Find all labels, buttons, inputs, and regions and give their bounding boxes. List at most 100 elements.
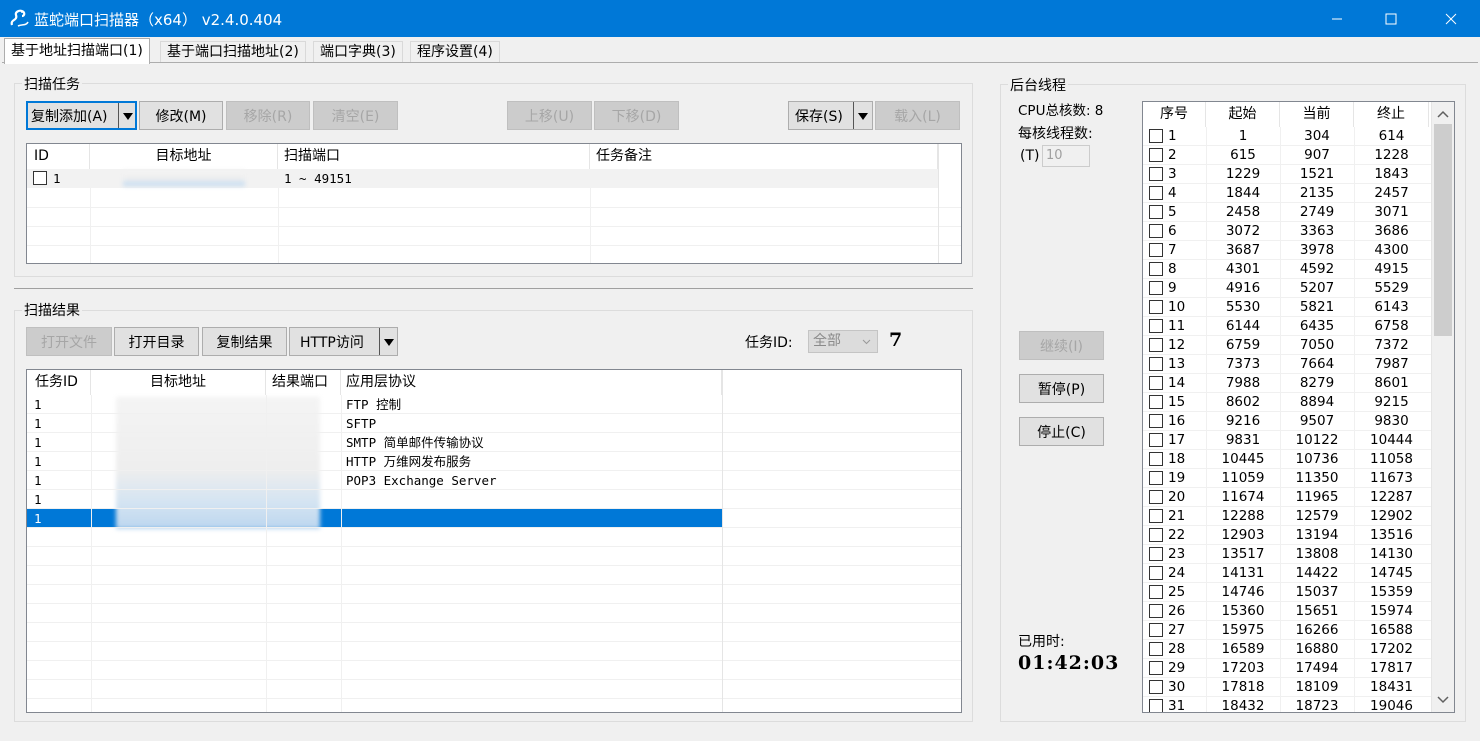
col-header-protocol[interactable]: 应用层协议 bbox=[341, 370, 722, 395]
copy-result-button[interactable]: 复制结果 bbox=[202, 327, 287, 356]
row-checkbox[interactable] bbox=[1149, 414, 1163, 428]
splitter[interactable] bbox=[14, 288, 973, 289]
thread-row[interactable]: 3 1229 1521 1843 bbox=[1143, 165, 1431, 184]
row-checkbox[interactable] bbox=[1149, 509, 1163, 523]
thread-row[interactable]: 6 3072 3363 3686 bbox=[1143, 222, 1431, 241]
scroll-up-icon[interactable] bbox=[1437, 110, 1449, 118]
thread-row[interactable]: 25 14746 15037 15359 bbox=[1143, 583, 1431, 602]
col-header-id[interactable]: ID bbox=[27, 144, 90, 169]
row-checkbox[interactable] bbox=[1149, 376, 1163, 390]
thread-row[interactable]: 26 15360 15651 15974 bbox=[1143, 602, 1431, 621]
thread-row[interactable]: 14 7988 8279 8601 bbox=[1143, 374, 1431, 393]
row-checkbox[interactable] bbox=[1149, 205, 1163, 219]
load-button[interactable]: 载入(L) bbox=[875, 101, 960, 130]
row-checkbox[interactable] bbox=[1149, 566, 1163, 580]
continue-button[interactable]: 继续(I) bbox=[1019, 331, 1104, 360]
threads-per-core-input[interactable]: 10 bbox=[1042, 145, 1090, 167]
thread-row[interactable]: 15 8602 8894 9215 bbox=[1143, 393, 1431, 412]
row-checkbox[interactable] bbox=[1149, 699, 1163, 712]
thread-row[interactable]: 10 5530 5821 6143 bbox=[1143, 298, 1431, 317]
tasks-table[interactable]: ID 目标地址 扫描端口 任务备注 1 1 ~ 49151 bbox=[26, 143, 962, 264]
open-dir-button[interactable]: 打开目录 bbox=[114, 327, 199, 356]
thread-row[interactable]: 22 12903 13194 13516 bbox=[1143, 526, 1431, 545]
col-header-target[interactable]: 目标地址 bbox=[90, 144, 278, 169]
thread-row[interactable]: 13 7373 7664 7987 bbox=[1143, 355, 1431, 374]
row-checkbox[interactable] bbox=[1149, 148, 1163, 162]
row-checkbox[interactable] bbox=[1149, 585, 1163, 599]
row-checkbox[interactable] bbox=[1149, 319, 1163, 333]
thread-row[interactable]: 8 4301 4592 4915 bbox=[1143, 260, 1431, 279]
row-checkbox[interactable] bbox=[1149, 167, 1163, 181]
tab-settings[interactable]: 程序设置(4) bbox=[410, 41, 500, 63]
row-checkbox[interactable] bbox=[1149, 471, 1163, 485]
row-checkbox[interactable] bbox=[1149, 281, 1163, 295]
col-header-index[interactable]: 序号 bbox=[1143, 102, 1206, 127]
tab-port-dictionary[interactable]: 端口字典(3) bbox=[313, 41, 403, 63]
thread-row[interactable]: 29 17203 17494 17817 bbox=[1143, 659, 1431, 678]
pause-button[interactable]: 暂停(P) bbox=[1019, 374, 1104, 403]
thread-row[interactable]: 27 15975 16266 16588 bbox=[1143, 621, 1431, 640]
remove-button[interactable]: 移除(R) bbox=[226, 101, 310, 130]
thread-row[interactable]: 11 6144 6435 6758 bbox=[1143, 317, 1431, 336]
thread-row[interactable]: 28 16589 16880 17202 bbox=[1143, 640, 1431, 659]
row-checkbox[interactable] bbox=[1149, 642, 1163, 656]
move-up-button[interactable]: 上移(U) bbox=[507, 101, 592, 130]
thread-row[interactable]: 23 13517 13808 14130 bbox=[1143, 545, 1431, 564]
row-checkbox[interactable] bbox=[1149, 338, 1163, 352]
col-header-target[interactable]: 目标地址 bbox=[91, 370, 266, 395]
thread-row[interactable]: 20 11674 11965 12287 bbox=[1143, 488, 1431, 507]
scroll-down-icon[interactable] bbox=[1437, 696, 1449, 704]
open-file-button[interactable]: 打开文件 bbox=[26, 327, 112, 356]
row-checkbox[interactable] bbox=[1149, 528, 1163, 542]
tab-address-scan[interactable]: 基于地址扫描端口(1) bbox=[4, 38, 150, 64]
scrollbar-thumb[interactable] bbox=[1434, 124, 1452, 336]
move-down-button[interactable]: 下移(D) bbox=[594, 101, 679, 130]
clear-button[interactable]: 清空(E) bbox=[313, 101, 398, 130]
thread-row[interactable]: 1 1 304 614 bbox=[1143, 127, 1431, 146]
vertical-scrollbar[interactable] bbox=[1431, 102, 1454, 712]
row-checkbox[interactable] bbox=[33, 171, 47, 185]
thread-row[interactable]: 5 2458 2749 3071 bbox=[1143, 203, 1431, 222]
col-header-task-id[interactable]: 任务ID bbox=[27, 370, 91, 395]
threads-table[interactable]: 序号 起始 当前 终止 1 1 304 614 2 615 907 1228 3 1229 1521… bbox=[1142, 101, 1455, 713]
row-checkbox[interactable] bbox=[1149, 452, 1163, 466]
thread-row[interactable]: 16 9216 9507 9830 bbox=[1143, 412, 1431, 431]
thread-row[interactable]: 4 1844 2135 2457 bbox=[1143, 184, 1431, 203]
results-table[interactable]: 任务ID 目标地址 结果端口 应用层协议 1 FTP 控制 1 SFTP 1 S… bbox=[26, 369, 962, 713]
thread-row[interactable]: 2 615 907 1228 bbox=[1143, 146, 1431, 165]
thread-row[interactable]: 12 6759 7050 7372 bbox=[1143, 336, 1431, 355]
row-checkbox[interactable] bbox=[1149, 547, 1163, 561]
thread-row[interactable]: 18 10445 10736 11058 bbox=[1143, 450, 1431, 469]
http-access-button[interactable]: HTTP访问 bbox=[289, 327, 398, 356]
thread-row[interactable]: 17 9831 10122 10444 bbox=[1143, 431, 1431, 450]
tab-port-scan[interactable]: 基于端口扫描地址(2) bbox=[160, 41, 306, 63]
thread-row[interactable]: 21 12288 12579 12902 bbox=[1143, 507, 1431, 526]
row-checkbox[interactable] bbox=[1149, 129, 1163, 143]
col-header-start[interactable]: 起始 bbox=[1206, 102, 1280, 127]
col-header-current[interactable]: 当前 bbox=[1280, 102, 1354, 127]
thread-row[interactable]: 9 4916 5207 5529 bbox=[1143, 279, 1431, 298]
row-checkbox[interactable] bbox=[1149, 186, 1163, 200]
row-checkbox[interactable] bbox=[1149, 262, 1163, 276]
thread-row[interactable]: 19 11059 11350 11673 bbox=[1143, 469, 1431, 488]
thread-row[interactable]: 31 18432 18723 19046 bbox=[1143, 697, 1431, 712]
thread-row[interactable]: 24 14131 14422 14745 bbox=[1143, 564, 1431, 583]
row-checkbox[interactable] bbox=[1149, 490, 1163, 504]
stop-button[interactable]: 停止(C) bbox=[1019, 417, 1104, 446]
modify-button[interactable]: 修改(M) bbox=[139, 101, 223, 130]
row-checkbox[interactable] bbox=[1149, 300, 1163, 314]
maximize-button[interactable] bbox=[1368, 0, 1414, 37]
thread-row[interactable]: 30 17818 18109 18431 bbox=[1143, 678, 1431, 697]
save-button[interactable]: 保存(S) bbox=[788, 101, 873, 130]
col-header-end[interactable]: 终止 bbox=[1354, 102, 1429, 127]
row-checkbox[interactable] bbox=[1149, 680, 1163, 694]
row-checkbox[interactable] bbox=[1149, 433, 1163, 447]
task-id-select[interactable]: 全部 bbox=[808, 330, 878, 353]
copy-add-button[interactable]: 复制添加(A) bbox=[26, 101, 137, 130]
row-checkbox[interactable] bbox=[1149, 661, 1163, 675]
col-header-ports[interactable]: 扫描端口 bbox=[278, 144, 590, 169]
col-header-note[interactable]: 任务备注 bbox=[590, 144, 938, 169]
thread-row[interactable]: 7 3687 3978 4300 bbox=[1143, 241, 1431, 260]
minimize-button[interactable] bbox=[1314, 0, 1360, 37]
row-checkbox[interactable] bbox=[1149, 243, 1163, 257]
